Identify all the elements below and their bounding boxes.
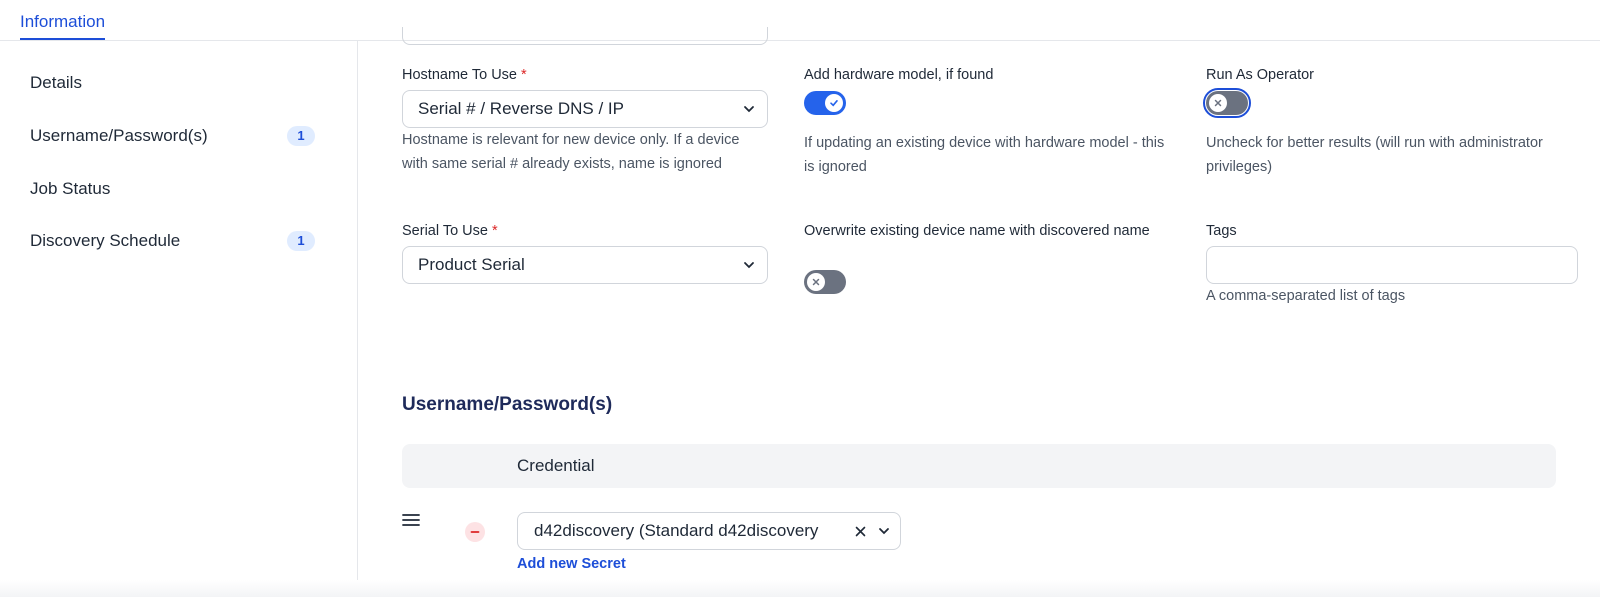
tags-help: A comma-separated list of tags — [1206, 288, 1406, 304]
serial-select-value: Product Serial — [418, 255, 525, 274]
sidebar-item-label: Job Status — [30, 179, 111, 198]
run-as-operator-help: Uncheck for better results (will run wit… — [1206, 135, 1543, 175]
clear-icon[interactable] — [855, 526, 866, 537]
tags-input[interactable] — [1206, 246, 1578, 284]
hostname-select-value: Serial # / Reverse DNS / IP — [418, 99, 624, 118]
close-icon — [1214, 99, 1222, 107]
credential-select-value: d42discovery (Standard d42discovery — [534, 521, 819, 540]
hardware-model-label: Add hardware model, if found — [804, 67, 994, 83]
toggle-knob — [807, 273, 825, 291]
sidebar: Details Username/Password(s) 1 Job Statu… — [0, 41, 358, 597]
remove-row-button[interactable] — [465, 522, 485, 542]
count-badge: 1 — [287, 126, 315, 146]
sidebar-item-details[interactable]: Details — [30, 68, 310, 98]
chevron-down-icon — [879, 528, 889, 535]
hardware-model-help: If updating an existing device with hard… — [804, 135, 1165, 175]
chevron-down-icon — [744, 262, 754, 269]
tags-label: Tags — [1206, 223, 1237, 239]
sidebar-item-label: Discovery Schedule — [30, 231, 181, 250]
tab-information[interactable]: Information — [20, 12, 106, 40]
drag-handle-icon[interactable] — [402, 513, 420, 527]
add-new-secret-link[interactable]: Add new Secret — [517, 556, 626, 572]
required-mark: * — [521, 67, 527, 83]
toggle-knob — [1209, 94, 1227, 112]
required-mark: * — [492, 223, 498, 239]
main-content: Hostname To Use * Serial # / Reverse DNS… — [358, 27, 1600, 597]
sidebar-item-discovery-schedule[interactable]: Discovery Schedule 1 — [30, 226, 315, 256]
credential-select[interactable]: d42discovery (Standard d42discovery — [517, 512, 901, 550]
run-as-operator-label: Run As Operator — [1206, 67, 1314, 83]
sidebar-item-label: Username/Password(s) — [30, 126, 208, 145]
hardware-model-toggle[interactable] — [804, 91, 846, 115]
count-badge: 1 — [287, 231, 315, 251]
hostname-label: Hostname To Use * — [402, 67, 527, 83]
overwrite-name-label: Overwrite existing device name with disc… — [804, 223, 1150, 239]
minus-icon — [470, 531, 480, 533]
top-tab-bar: Information — [0, 0, 1600, 41]
overwrite-name-toggle[interactable] — [804, 270, 846, 294]
hostname-help: Hostname is relevant for new device only… — [402, 132, 740, 172]
credentials-section-title: Username/Password(s) — [402, 394, 613, 415]
chevron-down-icon — [744, 106, 754, 113]
toggle-knob — [825, 94, 843, 112]
sidebar-item-label: Details — [30, 73, 82, 92]
close-icon — [812, 278, 820, 286]
hostname-select[interactable]: Serial # / Reverse DNS / IP — [402, 90, 768, 128]
run-as-operator-toggle[interactable] — [1206, 91, 1248, 115]
check-icon — [830, 100, 838, 107]
previous-field-input[interactable] — [402, 27, 768, 45]
credentials-table-header: Credential — [402, 444, 1556, 488]
serial-select[interactable]: Product Serial — [402, 246, 768, 284]
serial-label: Serial To Use * — [402, 223, 498, 239]
column-header-credential: Credential — [517, 456, 595, 475]
bottom-scroll-fade — [0, 580, 1600, 597]
sidebar-item-job-status[interactable]: Job Status — [30, 174, 310, 204]
sidebar-item-username-passwords[interactable]: Username/Password(s) 1 — [30, 121, 315, 151]
